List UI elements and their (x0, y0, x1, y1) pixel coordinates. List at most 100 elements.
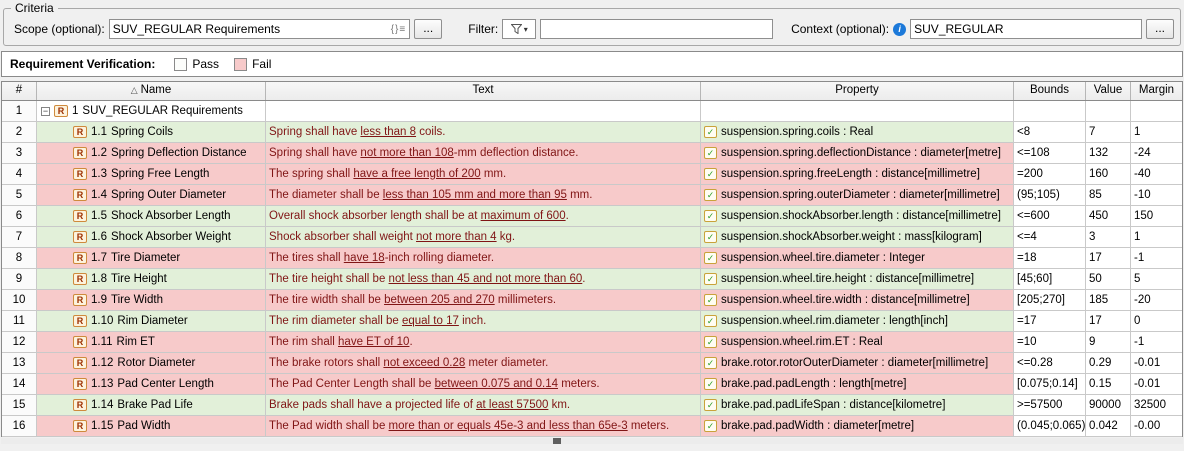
row-number-cell[interactable]: 13 (2, 353, 37, 374)
table-row[interactable]: 11 R 1.10 Rim Diameter The rim diameter … (2, 311, 1182, 332)
requirement-text-cell[interactable]: The rim diameter shall be equal to 17 in… (266, 311, 701, 332)
margin-cell[interactable] (1131, 101, 1182, 122)
bounds-cell[interactable]: [205;270] (1014, 290, 1086, 311)
value-cell[interactable] (1086, 101, 1131, 122)
margin-cell[interactable]: 1 (1131, 227, 1182, 248)
value-cell[interactable]: 0.29 (1086, 353, 1131, 374)
requirement-text-cell[interactable]: Shock absorber shall weight not more tha… (266, 227, 701, 248)
value-cell[interactable]: 9 (1086, 332, 1131, 353)
table-row[interactable]: 4 R 1.3 Spring Free Length The spring sh… (2, 164, 1182, 185)
row-number-cell[interactable]: 6 (2, 206, 37, 227)
header-name[interactable]: △Name (37, 82, 266, 100)
header-text[interactable]: Text (266, 82, 701, 100)
property-cell[interactable]: ✓ suspension.wheel.tire.width : distance… (701, 290, 1014, 311)
requirement-name-cell[interactable]: R 1.10 Rim Diameter (37, 311, 266, 332)
value-cell[interactable]: 0.042 (1086, 416, 1131, 437)
requirement-name-cell[interactable]: R 1.1 Spring Coils (37, 122, 266, 143)
row-number-cell[interactable]: 14 (2, 374, 37, 395)
table-row[interactable]: 15 R 1.14 Brake Pad Life Brake pads shal… (2, 395, 1182, 416)
requirement-text-cell[interactable]: The brake rotors shall not exceed 0.28 m… (266, 353, 701, 374)
table-row[interactable]: 3 R 1.2 Spring Deflection Distance Sprin… (2, 143, 1182, 164)
scope-input[interactable]: {}≡ (109, 19, 411, 39)
margin-cell[interactable]: -10 (1131, 185, 1182, 206)
pass-checkbox[interactable] (174, 58, 187, 71)
property-cell[interactable]: ✓ suspension.wheel.rim.diameter : length… (701, 311, 1014, 332)
value-cell[interactable]: 185 (1086, 290, 1131, 311)
requirement-text-cell[interactable]: The Pad width shall be more than or equa… (266, 416, 701, 437)
row-number-cell[interactable]: 3 (2, 143, 37, 164)
property-cell[interactable]: ✓ brake.pad.padWidth : diameter[metre] (701, 416, 1014, 437)
table-row[interactable]: 8 R 1.7 Tire Diameter The tires shall ha… (2, 248, 1182, 269)
row-number-cell[interactable]: 7 (2, 227, 37, 248)
table-row[interactable]: 16 R 1.15 Pad Width The Pad width shall … (2, 416, 1182, 437)
property-cell[interactable]: ✓ suspension.spring.coils : Real (701, 122, 1014, 143)
row-number-cell[interactable]: 15 (2, 395, 37, 416)
value-cell[interactable]: 3 (1086, 227, 1131, 248)
requirement-text-cell[interactable]: The diameter shall be less than 105 mm a… (266, 185, 701, 206)
context-input-field[interactable] (914, 21, 1138, 37)
margin-cell[interactable]: 5 (1131, 269, 1182, 290)
requirement-text-cell[interactable]: The tires shall have 18-inch rolling dia… (266, 248, 701, 269)
property-cell[interactable] (701, 101, 1014, 122)
requirement-name-cell[interactable]: R 1.3 Spring Free Length (37, 164, 266, 185)
margin-cell[interactable]: 150 (1131, 206, 1182, 227)
bounds-cell[interactable]: [45;60] (1014, 269, 1086, 290)
row-number-cell[interactable]: 9 (2, 269, 37, 290)
property-cell[interactable]: ✓ brake.pad.padLifeSpan : distance[kilom… (701, 395, 1014, 416)
value-cell[interactable]: 17 (1086, 311, 1131, 332)
row-number-cell[interactable]: 1 (2, 101, 37, 122)
requirement-name-cell[interactable]: R 1.14 Brake Pad Life (37, 395, 266, 416)
margin-cell[interactable]: -0.01 (1131, 374, 1182, 395)
requirement-text-cell[interactable]: Spring shall have less than 8 coils. (266, 122, 701, 143)
bounds-cell[interactable]: =17 (1014, 311, 1086, 332)
requirement-name-cell[interactable]: R 1.7 Tire Diameter (37, 248, 266, 269)
bounds-cell[interactable] (1014, 101, 1086, 122)
bounds-cell[interactable]: <=600 (1014, 206, 1086, 227)
row-number-cell[interactable]: 5 (2, 185, 37, 206)
context-input[interactable] (910, 19, 1142, 39)
requirement-name-cell[interactable]: R 1.11 Rim ET (37, 332, 266, 353)
property-cell[interactable]: ✓ suspension.spring.freeLength : distanc… (701, 164, 1014, 185)
bounds-cell[interactable]: (0.045;0.065) (1014, 416, 1086, 437)
margin-cell[interactable]: -1 (1131, 248, 1182, 269)
property-cell[interactable]: ✓ brake.pad.padLength : length[metre] (701, 374, 1014, 395)
value-cell[interactable]: 160 (1086, 164, 1131, 185)
tree-collapse-icon[interactable]: − (41, 107, 50, 116)
filter-input[interactable] (540, 19, 773, 39)
bounds-cell[interactable]: <=108 (1014, 143, 1086, 164)
property-cell[interactable]: ✓ suspension.wheel.rim.ET : Real (701, 332, 1014, 353)
requirement-text-cell[interactable]: The rim shall have ET of 10. (266, 332, 701, 353)
bounds-cell[interactable]: <=0.28 (1014, 353, 1086, 374)
value-cell[interactable]: 7 (1086, 122, 1131, 143)
row-number-cell[interactable]: 11 (2, 311, 37, 332)
fail-checkbox[interactable] (234, 58, 247, 71)
row-number-cell[interactable]: 10 (2, 290, 37, 311)
scrollbar-grip[interactable] (553, 438, 561, 444)
requirement-text-cell[interactable] (266, 101, 701, 122)
table-row[interactable]: 9 R 1.8 Tire Height The tire height shal… (2, 269, 1182, 290)
horizontal-scrollbar[interactable] (1, 438, 1183, 444)
value-cell[interactable]: 17 (1086, 248, 1131, 269)
margin-cell[interactable]: -0.01 (1131, 353, 1182, 374)
requirement-text-cell[interactable]: Spring shall have not more than 108-mm d… (266, 143, 701, 164)
value-cell[interactable]: 132 (1086, 143, 1131, 164)
table-row[interactable]: 12 R 1.11 Rim ET The rim shall have ET o… (2, 332, 1182, 353)
property-cell[interactable]: ✓ suspension.spring.outerDiameter : diam… (701, 185, 1014, 206)
bounds-cell[interactable]: >=57500 (1014, 395, 1086, 416)
requirement-text-cell[interactable]: Overall shock absorber length shall be a… (266, 206, 701, 227)
table-row[interactable]: 10 R 1.9 Tire Width The tire width shall… (2, 290, 1182, 311)
table-row[interactable]: 6 R 1.5 Shock Absorber Length Overall sh… (2, 206, 1182, 227)
bounds-cell[interactable]: [0.075;0.14] (1014, 374, 1086, 395)
requirement-name-cell[interactable]: R 1.6 Shock Absorber Weight (37, 227, 266, 248)
context-browse-button[interactable]: ... (1146, 19, 1174, 39)
table-row[interactable]: 7 R 1.6 Shock Absorber Weight Shock abso… (2, 227, 1182, 248)
table-row[interactable]: 2 R 1.1 Spring Coils Spring shall have l… (2, 122, 1182, 143)
requirement-name-cell[interactable]: R 1.15 Pad Width (37, 416, 266, 437)
table-row[interactable]: 14 R 1.13 Pad Center Length The Pad Cent… (2, 374, 1182, 395)
header-property[interactable]: Property (701, 82, 1014, 100)
table-row[interactable]: 5 R 1.4 Spring Outer Diameter The diamet… (2, 185, 1182, 206)
property-cell[interactable]: ✓ suspension.spring.deflectionDistance :… (701, 143, 1014, 164)
requirement-name-cell[interactable]: R 1.12 Rotor Diameter (37, 353, 266, 374)
property-cell[interactable]: ✓ suspension.wheel.tire.diameter : Integ… (701, 248, 1014, 269)
header-num[interactable]: # (2, 82, 37, 100)
